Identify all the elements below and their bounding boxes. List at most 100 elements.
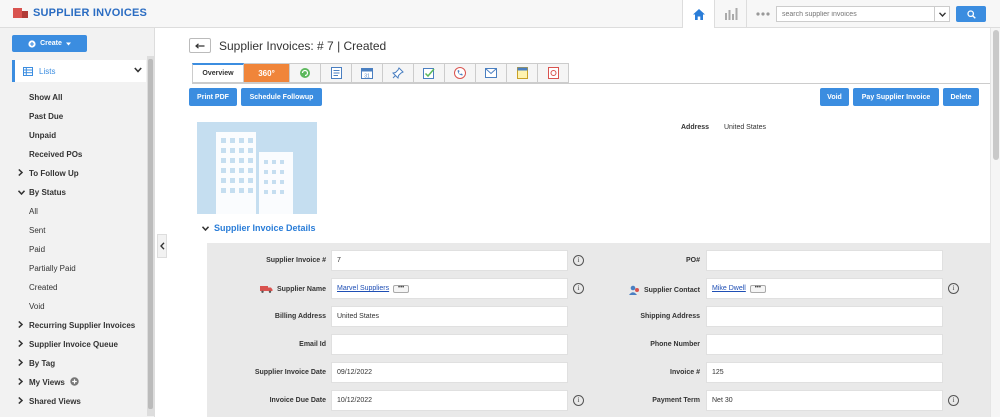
section-header[interactable]: Supplier Invoice Details bbox=[201, 223, 316, 233]
chevron-down-icon bbox=[134, 66, 142, 75]
schedule-followup-button[interactable]: Schedule Followup bbox=[241, 88, 322, 106]
sidebar-item-label: Received POs bbox=[29, 150, 83, 159]
chevron-right-icon bbox=[18, 396, 29, 406]
back-arrow-icon bbox=[195, 42, 205, 49]
more-icon[interactable] bbox=[746, 0, 778, 28]
shipping-address-field[interactable] bbox=[706, 306, 943, 327]
sidebar-item-label: Partially Paid bbox=[29, 264, 76, 273]
supplier-name-link[interactable]: Marvel Suppliers bbox=[337, 285, 389, 292]
tab-attachments[interactable] bbox=[538, 63, 569, 83]
sidebar-item-label: All bbox=[29, 207, 38, 216]
chevron-right-icon bbox=[18, 168, 29, 178]
sidebar-item-my-views[interactable]: My Views bbox=[18, 373, 146, 392]
void-button[interactable]: Void bbox=[820, 88, 849, 106]
sidebar-item-partially-paid[interactable]: Partially Paid bbox=[18, 259, 146, 278]
sidebar-item-paid[interactable]: Paid bbox=[18, 240, 146, 259]
bar-chart-icon[interactable] bbox=[714, 0, 746, 28]
create-label: Create bbox=[40, 40, 62, 47]
sidebar-item-supplier-invoice-queue[interactable]: Supplier Invoice Queue bbox=[18, 335, 146, 354]
create-button[interactable]: Create bbox=[12, 35, 87, 52]
payment-term-label: Payment Term bbox=[652, 397, 700, 404]
task-check-icon bbox=[423, 68, 435, 79]
supplier-contact-field: Mike Dwell ••• bbox=[706, 278, 943, 299]
sidebar-item-void[interactable]: Void bbox=[18, 297, 146, 316]
tab-overview[interactable]: Overview bbox=[192, 63, 244, 83]
supplier-name-label-text: Supplier Name bbox=[276, 285, 326, 293]
search-button[interactable] bbox=[956, 6, 986, 22]
sidebar-item-label: Created bbox=[29, 283, 58, 292]
supplier-contact-more-button[interactable]: ••• bbox=[749, 284, 766, 293]
app-brand[interactable]: SUPPLIER INVOICES bbox=[13, 6, 147, 20]
search-input[interactable] bbox=[777, 7, 934, 21]
sidebar-item-by-status[interactable]: By Status bbox=[17, 183, 146, 202]
supplier-invoice-date-label: Supplier Invoice Date bbox=[254, 369, 326, 376]
invoice-due-date-field[interactable]: 10/12/2022 bbox=[331, 390, 568, 411]
invoice-number-field[interactable]: 125 bbox=[706, 362, 943, 383]
truck-icon bbox=[259, 286, 273, 293]
tab-activity[interactable] bbox=[290, 63, 321, 83]
add-view-plus-icon[interactable] bbox=[70, 377, 79, 388]
tab-360-label: 360° bbox=[258, 68, 275, 78]
info-icon[interactable]: i bbox=[948, 283, 959, 294]
notes-icon bbox=[330, 67, 342, 79]
chevron-right-icon bbox=[18, 320, 29, 330]
payment-term-field[interactable]: Net 30 bbox=[706, 390, 943, 411]
sidebar-scrollbar[interactable] bbox=[147, 56, 154, 416]
sidebar-item-to-follow-up[interactable]: To Follow Up bbox=[18, 164, 146, 183]
phone-number-label: Phone Number bbox=[650, 341, 700, 348]
search-dropdown-chevron-icon[interactable] bbox=[934, 7, 949, 21]
contact-person-icon bbox=[628, 285, 639, 295]
supplier-contact-link[interactable]: Mike Dwell bbox=[712, 285, 746, 292]
sidebar-item-past-due[interactable]: Past Due bbox=[18, 107, 146, 126]
tab-email[interactable] bbox=[476, 63, 507, 83]
sidebar-item-all[interactable]: All bbox=[18, 202, 146, 221]
home-icon[interactable] bbox=[682, 0, 714, 28]
sidebar-item-show-all[interactable]: Show All bbox=[18, 88, 146, 107]
print-pdf-button[interactable]: Print PDF bbox=[189, 88, 237, 106]
lists-header[interactable]: Lists bbox=[12, 60, 146, 82]
tab-tasks[interactable] bbox=[414, 63, 445, 83]
sidebar-item-unpaid[interactable]: Unpaid bbox=[18, 126, 146, 145]
tab-notes[interactable] bbox=[321, 63, 352, 83]
search-icon bbox=[966, 9, 976, 19]
main-scrollbar[interactable] bbox=[990, 28, 1000, 417]
sidebar-item-shared-views[interactable]: Shared Views bbox=[18, 392, 146, 411]
sidebar-item-label: Shared Views bbox=[29, 397, 81, 406]
supplier-invoice-date-field[interactable]: 09/12/2022 bbox=[331, 362, 568, 383]
sidebar-item-label: My Views bbox=[29, 378, 65, 387]
sidebar-item-created[interactable]: Created bbox=[18, 278, 146, 297]
delete-button[interactable]: Delete bbox=[943, 88, 979, 106]
sidebar-item-recurring-supplier-invoices[interactable]: Recurring Supplier Invoices bbox=[18, 316, 146, 335]
address-label: Address bbox=[681, 124, 710, 131]
sidebar-item-label: Paid bbox=[29, 245, 46, 254]
invoice-due-date-label: Invoice Due Date bbox=[269, 397, 326, 404]
sidebar-item-label: Unpaid bbox=[29, 131, 57, 140]
supplier-invoice-number-field[interactable]: 7 bbox=[331, 250, 568, 271]
plus-circle-icon bbox=[28, 39, 36, 48]
details-panel: Supplier Invoice # 7 i PO# Supplier Name… bbox=[207, 243, 998, 417]
back-button[interactable] bbox=[189, 38, 211, 53]
po-number-field[interactable] bbox=[706, 250, 943, 271]
tab-360[interactable]: 360° bbox=[244, 63, 290, 83]
tab-calls[interactable] bbox=[445, 63, 476, 83]
sidebar-item-received-pos[interactable]: Received POs bbox=[18, 145, 146, 164]
pay-supplier-invoice-button[interactable]: Pay Supplier Invoice bbox=[853, 88, 939, 106]
details-row: Supplier Invoice # 7 i PO# bbox=[207, 250, 998, 278]
tab-sticky-notes[interactable] bbox=[507, 63, 538, 83]
phone-number-field[interactable] bbox=[706, 334, 943, 355]
supplier-name-more-button[interactable]: ••• bbox=[393, 284, 410, 293]
sidebar: Create Lists Show All Past Due Unpaid Recei… bbox=[0, 28, 155, 417]
info-icon[interactable]: i bbox=[948, 395, 959, 406]
sidebar-item-by-tag[interactable]: By Tag bbox=[18, 354, 146, 373]
sidebar-item-sent[interactable]: Sent bbox=[18, 221, 146, 240]
sidebar-nav: Show All Past Due Unpaid Received POs To Fol… bbox=[17, 88, 146, 411]
billing-address-field[interactable]: United States bbox=[331, 306, 568, 327]
tab-pin[interactable] bbox=[383, 63, 414, 83]
chevron-down-icon bbox=[201, 224, 210, 233]
email-id-field[interactable] bbox=[331, 334, 568, 355]
collapse-sidebar-chevron-icon[interactable] bbox=[157, 234, 167, 258]
search-box bbox=[776, 6, 950, 22]
tab-calendar[interactable]: 31 bbox=[352, 63, 383, 83]
shipping-address-label: Shipping Address bbox=[640, 313, 700, 320]
billing-address-label: Billing Address bbox=[274, 313, 326, 320]
